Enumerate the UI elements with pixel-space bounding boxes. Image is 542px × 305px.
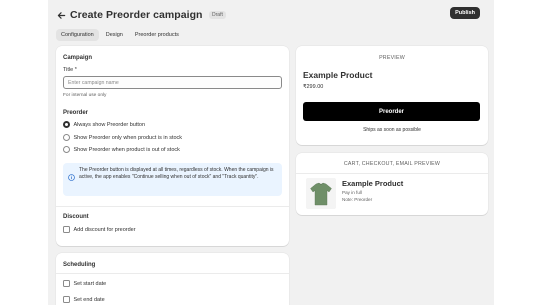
tab-design[interactable]: Design [101, 29, 128, 41]
scheduling-section-title: Scheduling [63, 262, 96, 268]
info-banner-text: The Preorder button is displayed at all … [79, 166, 274, 180]
preview-card: PREVIEW Example Product ₹299.00 Preorder… [296, 46, 488, 145]
radio-always-show[interactable]: Always show Preorder button [63, 121, 145, 128]
checkbox-label: Set start date [73, 280, 107, 287]
publish-button[interactable]: Publish [450, 7, 480, 19]
back-arrow-icon[interactable] [56, 10, 66, 20]
discount-checkbox[interactable] [63, 226, 70, 233]
status-badge: Draft [208, 11, 227, 19]
radio-button-checked[interactable] [63, 121, 70, 128]
radio-button[interactable] [63, 146, 70, 153]
product-thumbnail [306, 178, 336, 209]
preview-price: ₹299.00 [303, 84, 324, 90]
end-date-checkbox-row[interactable]: Set end date [63, 296, 105, 303]
tab-configuration[interactable]: Configuration [56, 29, 99, 41]
preview-product-name: Example Product [303, 70, 373, 80]
cart-preview-card: CART, CHECKOUT, EMAIL PREVIEW Example Pr… [296, 153, 488, 215]
checkbox-label: Set end date [73, 296, 105, 303]
cart-preview-heading: CART, CHECKOUT, EMAIL PREVIEW [343, 161, 441, 167]
tab-preorder-products[interactable]: Preorder products [130, 29, 184, 41]
page-header: Create Preorder campaign Draft Publish [56, 7, 488, 22]
radio-button[interactable] [63, 134, 70, 141]
configuration-card: Campaign Title * For internal use only P… [56, 46, 289, 246]
info-icon [68, 168, 75, 181]
end-date-checkbox[interactable] [63, 296, 70, 303]
campaign-section-title: Campaign [63, 55, 93, 61]
preorder-button[interactable]: Preorder [303, 102, 480, 121]
page-title: Create Preorder campaign [70, 9, 203, 21]
divider [296, 173, 488, 174]
radio-in-stock[interactable]: Show Preorder only when product is in st… [63, 134, 182, 141]
cart-line-note: Note: Preorder [342, 197, 373, 202]
campaign-title-input[interactable] [63, 76, 282, 89]
discount-checkbox-row[interactable]: Add discount for preorder [63, 226, 136, 233]
title-help-text: For internal use only [63, 93, 107, 98]
app-frame: Create Preorder campaign Draft Publish C… [48, 0, 494, 305]
radio-label: Show Preorder when product is out of sto… [73, 146, 180, 153]
checkbox-label: Add discount for preorder [73, 226, 136, 233]
start-date-checkbox[interactable] [63, 280, 70, 287]
divider [56, 273, 289, 274]
radio-label: Show Preorder only when product is in st… [73, 134, 183, 141]
preview-heading: PREVIEW [379, 55, 405, 61]
start-date-checkbox-row[interactable]: Set start date [63, 280, 106, 287]
discount-section-title: Discount [63, 214, 89, 220]
cart-line-payment: Pay in full [342, 190, 362, 195]
ships-text: Ships as soon as possible [363, 127, 421, 133]
tab-bar: Configuration Design Preorder products [56, 29, 184, 41]
tshirt-icon [310, 182, 332, 206]
title-field-label: Title * [63, 67, 77, 73]
radio-label: Always show Preorder button [73, 121, 146, 128]
cart-product-name: Example Product [342, 179, 404, 188]
scheduling-card: Scheduling Set start date Set end date [56, 253, 289, 305]
preorder-section-title: Preorder [63, 110, 89, 116]
divider [56, 206, 289, 207]
radio-out-of-stock[interactable]: Show Preorder when product is out of sto… [63, 146, 180, 153]
info-banner: The Preorder button is displayed at all … [63, 163, 282, 196]
